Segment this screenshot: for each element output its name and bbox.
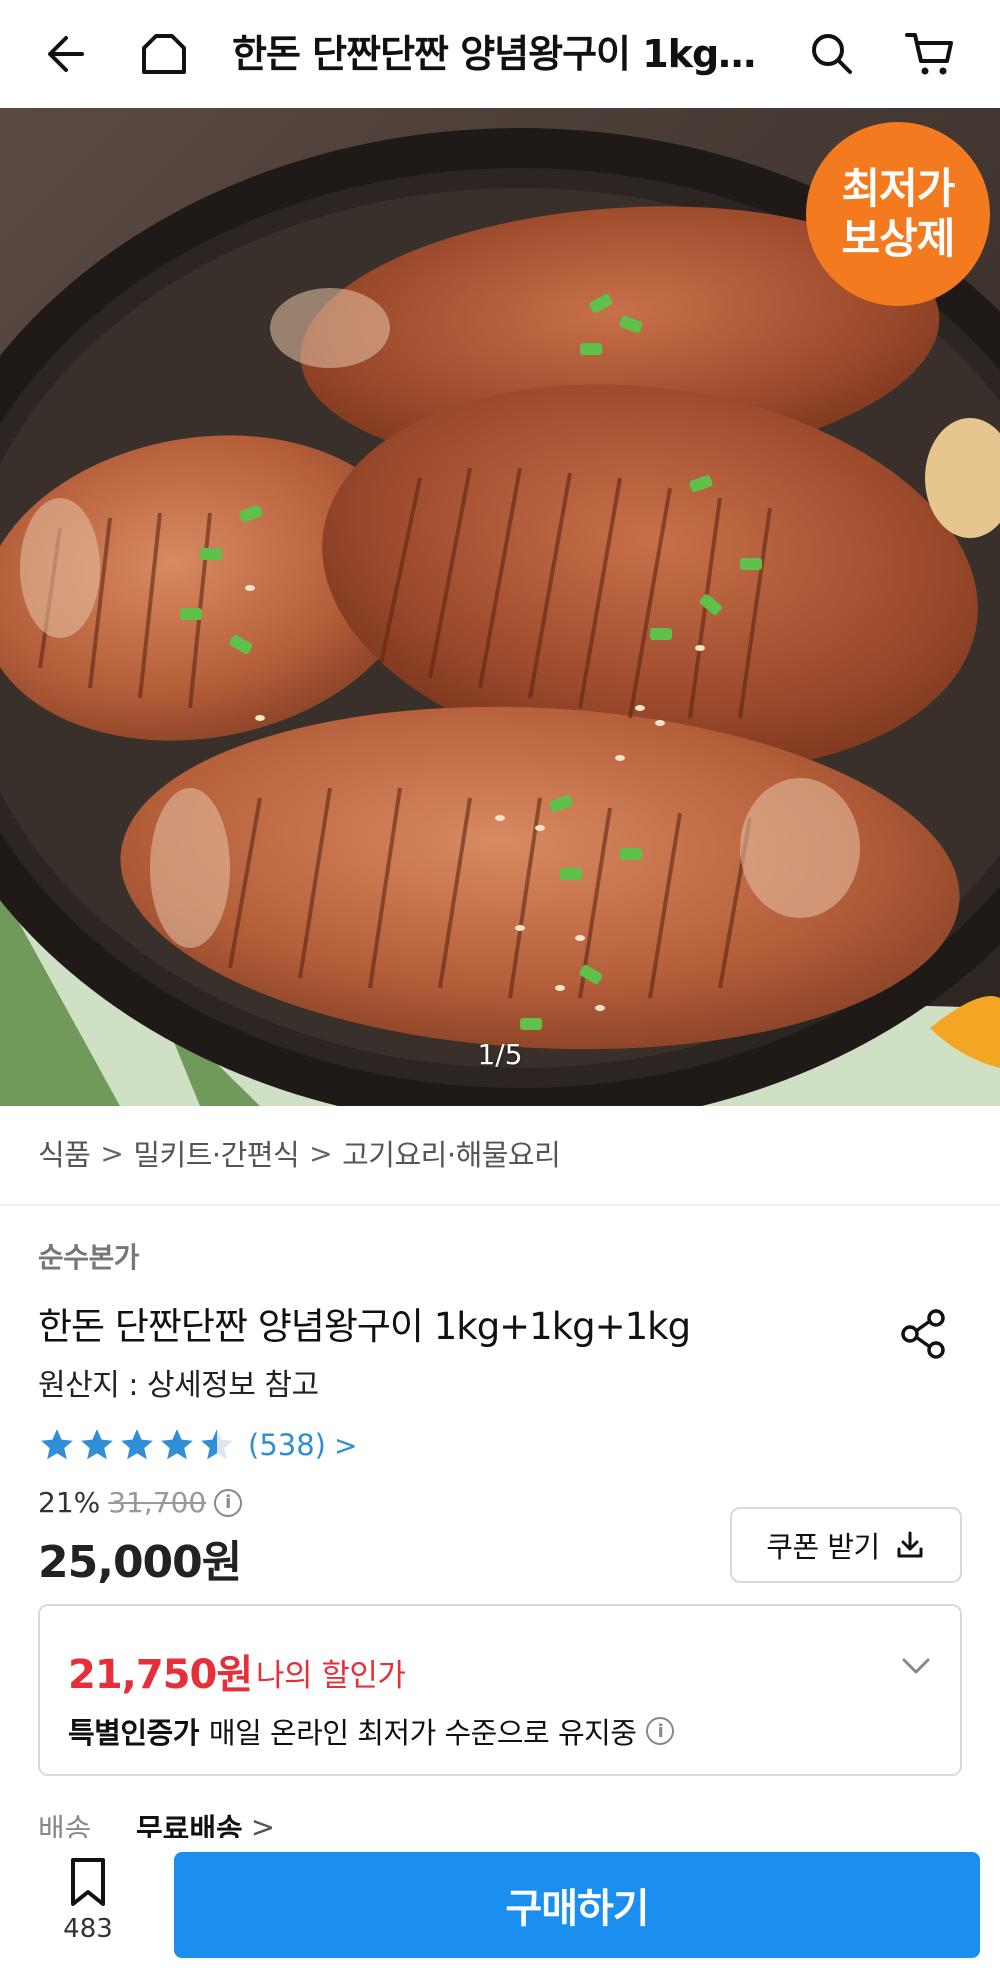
star-half-icon bbox=[201, 1429, 233, 1460]
breadcrumb: 식품 > 밀키트·간편식 > 고기요리·해물요리 bbox=[38, 1128, 561, 1178]
coupon-button-label: 쿠폰 받기 bbox=[766, 1530, 880, 1564]
search-icon[interactable] bbox=[800, 22, 864, 86]
my-discount-price-box[interactable]: 21,750원 나의 할인가 특별인증가 매일 온라인 최저가 수준으로 유지중… bbox=[38, 1604, 962, 1776]
certified-price-note: 특별인증가 매일 온라인 최저가 수준으로 유지중 i bbox=[68, 1710, 675, 1752]
discount-rate: 21% bbox=[38, 1486, 101, 1519]
cart-icon[interactable] bbox=[898, 22, 962, 86]
product-title: 한돈 단짠단짠 양념왕구이 1kg+1kg+1kg bbox=[38, 1305, 691, 1348]
certified-price-label: 특별인증가 bbox=[68, 1716, 199, 1750]
star-icon bbox=[41, 1429, 73, 1460]
image-counter: 1/5 bbox=[477, 1038, 523, 1071]
star-icon bbox=[121, 1429, 153, 1460]
rating-row[interactable]: (538) > bbox=[38, 1420, 357, 1470]
chevron-right-icon: > bbox=[333, 1428, 358, 1462]
bottom-action-bar: 483 구매하기 bbox=[0, 1838, 1000, 1975]
product-image-carousel[interactable]: 최저가 보상제 1/5 bbox=[0, 108, 1000, 1106]
breadcrumb-item-food[interactable]: 식품 bbox=[38, 1132, 91, 1174]
star-icon bbox=[81, 1429, 113, 1460]
coupon-button[interactable]: 쿠폰 받기 bbox=[730, 1507, 962, 1583]
chevron-right-icon: > bbox=[100, 1136, 124, 1170]
back-arrow-icon[interactable] bbox=[36, 22, 100, 86]
chevron-down-icon[interactable] bbox=[896, 1646, 936, 1686]
breadcrumb-item-meat-seafood[interactable]: 고기요리·해물요리 bbox=[342, 1132, 561, 1174]
sale-price: 25,000원 bbox=[38, 1537, 242, 1588]
discount-row: 21% 31,700 i bbox=[38, 1486, 243, 1519]
my-discount-price: 21,750원 bbox=[68, 1652, 253, 1698]
page-title: 한돈 단짠단짠 양념왕구이 1kg+1kg+1kg bbox=[232, 32, 762, 76]
original-price: 31,700 bbox=[108, 1486, 207, 1519]
origin-info: 원산지 : 상세정보 참고 bbox=[38, 1368, 319, 1403]
buy-button[interactable]: 구매하기 bbox=[174, 1852, 980, 1958]
bookmark-button[interactable]: 483 bbox=[48, 1856, 128, 1956]
download-icon bbox=[897, 1531, 923, 1558]
star-icon bbox=[161, 1429, 193, 1460]
bookmark-count: 483 bbox=[63, 1914, 113, 1944]
top-app-bar: 한돈 단짠단짠 양념왕구이 1kg+1kg+1kg bbox=[0, 0, 1000, 108]
bookmark-icon bbox=[71, 1858, 105, 1906]
my-discount-label: 나의 할인가 bbox=[256, 1658, 406, 1694]
info-icon[interactable]: i bbox=[646, 1717, 675, 1745]
share-icon[interactable] bbox=[896, 1306, 952, 1362]
star-rating bbox=[38, 1426, 236, 1464]
brand-name[interactable]: 순수본가 bbox=[38, 1236, 140, 1276]
lowest-price-badge: 최저가 보상제 bbox=[806, 122, 990, 306]
section-divider bbox=[0, 1204, 1000, 1206]
chevron-right-icon: > bbox=[309, 1136, 333, 1170]
review-count[interactable]: (538) bbox=[248, 1428, 326, 1462]
info-icon[interactable]: i bbox=[214, 1488, 243, 1517]
certified-price-text: 매일 온라인 최저가 수준으로 유지중 bbox=[208, 1716, 637, 1750]
home-icon[interactable] bbox=[132, 22, 196, 86]
breadcrumb-item-mealkit[interactable]: 밀키트·간편식 bbox=[133, 1132, 299, 1174]
